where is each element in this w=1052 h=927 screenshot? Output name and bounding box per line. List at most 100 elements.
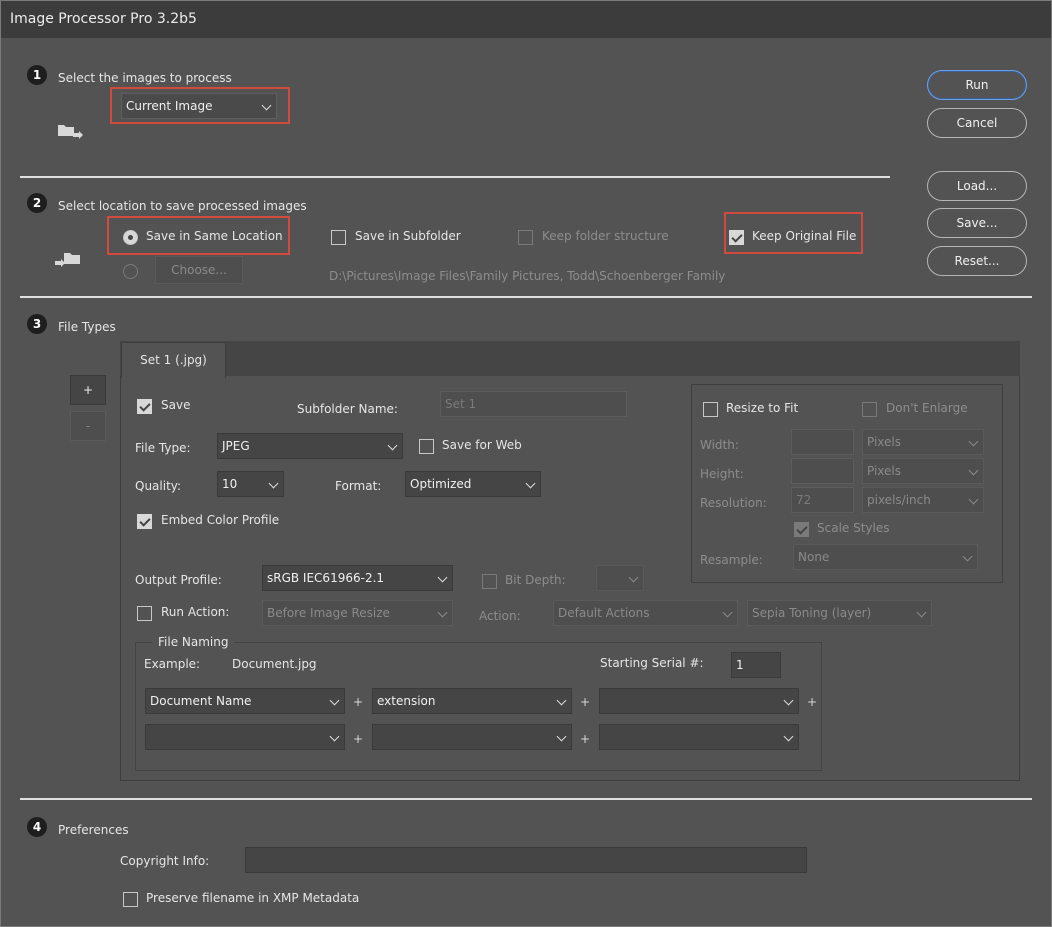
save-path-text: D:\Pictures\Image Files\Family Pictures,… [329, 269, 726, 283]
keep-original-file-checkbox[interactable] [729, 230, 744, 245]
naming-field-2[interactable]: extension [372, 688, 572, 714]
example-value: Document.jpg [232, 657, 317, 671]
chevron-down-icon [329, 731, 340, 742]
save-same-location-radio[interactable] [123, 230, 138, 245]
tab-strip [120, 341, 1020, 376]
width-unit-select[interactable]: Pixels [862, 429, 984, 455]
chevron-down-icon [387, 440, 398, 451]
naming-plus-4: + [353, 732, 364, 746]
source-select[interactable]: Current Image [121, 93, 277, 119]
chevron-down-icon [329, 695, 340, 706]
resample-label: Resample: [700, 553, 763, 567]
naming-field-1-value: Document Name [150, 694, 252, 708]
save-set-checkbox[interactable] [137, 399, 152, 414]
reset-button[interactable]: Reset... [927, 246, 1027, 276]
step-2-badge: 2 [27, 193, 47, 213]
action-name-select[interactable]: Sepia Toning (layer) [747, 600, 932, 626]
step-3-badge: 3 [27, 314, 47, 334]
bit-depth-select[interactable] [596, 565, 644, 591]
save-same-location-label: Save in Same Location [146, 229, 283, 243]
copyright-info-label: Copyright Info: [120, 854, 210, 868]
output-profile-label: Output Profile: [135, 573, 222, 587]
chevron-down-icon [556, 731, 567, 742]
height-input[interactable] [791, 458, 854, 484]
output-profile-value: sRGB IEC61966-2.1 [267, 571, 385, 585]
height-unit-select[interactable]: Pixels [862, 458, 984, 484]
choose-button[interactable]: Choose... [155, 256, 243, 284]
resample-value: None [798, 550, 830, 564]
width-label: Width: [700, 438, 739, 452]
save-for-web-label: Save for Web [442, 438, 522, 452]
choose-location-radio[interactable] [123, 264, 138, 279]
starting-serial-label: Starting Serial #: [600, 656, 704, 670]
run-button[interactable]: Run [927, 70, 1027, 100]
quality-select[interactable]: 10 [217, 471, 284, 497]
scale-styles-checkbox[interactable] [794, 522, 809, 537]
dont-enlarge-label: Don't Enlarge [886, 401, 968, 415]
keep-folder-structure-label: Keep folder structure [542, 229, 669, 243]
preserve-filename-label: Preserve filename in XMP Metadata [146, 891, 360, 905]
cancel-button[interactable]: Cancel [927, 108, 1027, 138]
naming-field-1[interactable]: Document Name [145, 688, 345, 714]
naming-plus-3: + [807, 695, 818, 709]
dont-enlarge-checkbox[interactable] [862, 402, 877, 417]
run-action-value: Before Image Resize [267, 606, 390, 620]
bit-depth-label: Bit Depth: [505, 573, 566, 587]
resolution-input[interactable]: 72 [791, 487, 854, 513]
subfolder-name-input[interactable]: Set 1 [440, 391, 627, 417]
naming-plus-1: + [353, 695, 364, 709]
scale-styles-label: Scale Styles [817, 521, 890, 535]
file-naming-legend: File Naming [152, 635, 235, 649]
separator-2 [20, 296, 1032, 298]
embed-color-profile-label: Embed Color Profile [161, 513, 280, 527]
copyright-info-input[interactable] [245, 847, 807, 873]
save-settings-button[interactable]: Save... [927, 208, 1027, 238]
resize-to-fit-checkbox[interactable] [703, 402, 718, 417]
height-unit-value: Pixels [867, 464, 902, 478]
naming-field-4[interactable] [145, 724, 345, 750]
action-set-select[interactable]: Default Actions [553, 600, 738, 626]
separator-3 [20, 798, 1032, 800]
resolution-unit-select[interactable]: pixels/inch [862, 487, 984, 513]
width-unit-value: Pixels [867, 435, 902, 449]
file-type-select[interactable]: JPEG [217, 433, 403, 459]
chevron-down-icon [261, 100, 272, 111]
keep-folder-structure-checkbox[interactable] [518, 230, 533, 245]
step-2-label: Select location to save processed images [58, 199, 307, 213]
naming-field-5[interactable] [372, 724, 572, 750]
chevron-down-icon [525, 478, 536, 489]
action-label: Action: [479, 609, 521, 623]
save-in-subfolder-checkbox[interactable] [331, 230, 346, 245]
save-for-web-checkbox[interactable] [419, 439, 434, 454]
quality-value: 10 [222, 477, 238, 491]
run-action-select[interactable]: Before Image Resize [262, 600, 453, 626]
keep-original-file-label: Keep Original File [752, 229, 857, 243]
run-action-checkbox[interactable] [137, 606, 152, 621]
chevron-down-icon [783, 731, 794, 742]
naming-field-6[interactable] [599, 724, 799, 750]
height-label: Height: [700, 467, 744, 481]
width-input[interactable] [791, 429, 854, 455]
step-1-label: Select the images to process [58, 71, 232, 85]
chevron-down-icon [437, 572, 448, 583]
chevron-down-icon [783, 695, 794, 706]
example-label: Example: [144, 657, 201, 671]
source-select-value: Current Image [126, 99, 213, 113]
bit-depth-checkbox[interactable] [482, 574, 497, 589]
tab-set-1[interactable]: Set 1 (.jpg) [121, 342, 226, 378]
load-button[interactable]: Load... [927, 171, 1027, 201]
add-set-button[interactable]: + [70, 375, 106, 405]
output-profile-select[interactable]: sRGB IEC61966-2.1 [262, 565, 453, 591]
format-select[interactable]: Optimized [405, 471, 541, 497]
action-name-value: Sepia Toning (layer) [752, 606, 872, 620]
naming-field-3[interactable] [599, 688, 799, 714]
format-value: Optimized [410, 477, 472, 491]
starting-serial-input[interactable]: 1 [731, 652, 781, 678]
preserve-filename-checkbox[interactable] [123, 892, 138, 907]
save-set-label: Save [161, 398, 191, 412]
chevron-down-icon [968, 436, 979, 447]
remove-set-button[interactable]: - [70, 411, 106, 441]
resample-select[interactable]: None [793, 544, 978, 570]
embed-color-profile-checkbox[interactable] [137, 514, 152, 529]
step-1-badge: 1 [27, 65, 47, 85]
